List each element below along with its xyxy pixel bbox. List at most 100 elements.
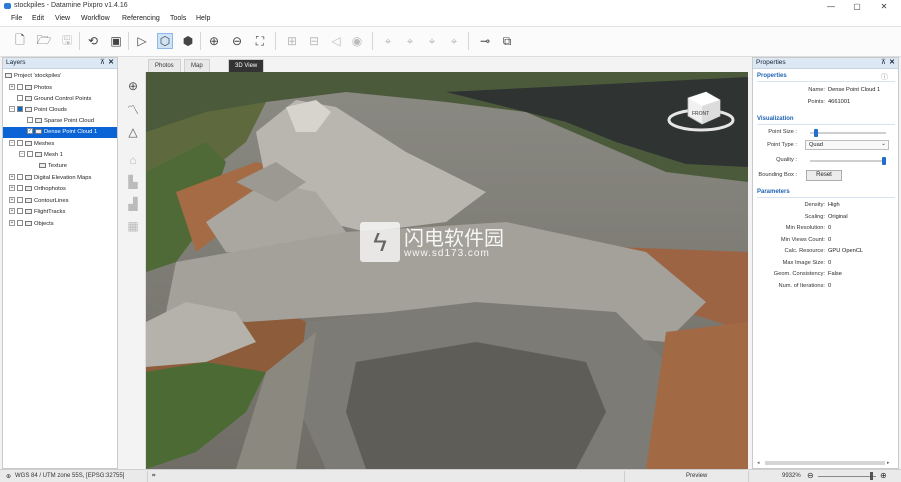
- menu-tools[interactable]: Tools: [170, 15, 186, 22]
- stockpile-icon[interactable]: ⌂: [125, 152, 141, 168]
- fill-icon[interactable]: ▟: [125, 196, 141, 212]
- zoom-slider[interactable]: [818, 476, 876, 477]
- tree-item-sparse-cloud[interactable]: Sparse Point Cloud: [27, 116, 94, 127]
- scroll-right-icon[interactable]: ▸: [887, 460, 893, 466]
- maximize-button[interactable]: ▢: [846, 1, 868, 12]
- tab-photos[interactable]: Photos: [148, 59, 181, 72]
- checkbox[interactable]: [17, 197, 23, 204]
- tree-item-project[interactable]: Project 'stockpiles': [5, 71, 61, 82]
- zoom-in-icon[interactable]: ⊕: [206, 33, 222, 49]
- save-icon[interactable]: 🖫: [59, 33, 75, 49]
- scroll-left-icon[interactable]: ◂: [757, 460, 763, 466]
- polyline-icon[interactable]: 〽: [125, 102, 141, 118]
- checkbox[interactable]: [17, 106, 23, 113]
- tree-item-gcp[interactable]: Ground Control Points: [17, 94, 91, 105]
- point-size-slider-handle[interactable]: [813, 129, 818, 137]
- expand-icon[interactable]: +: [9, 174, 15, 181]
- zoom-out-icon[interactable]: ⊖: [229, 33, 245, 49]
- marker-2-icon[interactable]: ⌖: [402, 33, 418, 49]
- status-divider: [624, 471, 625, 482]
- cloud-icon: [35, 128, 42, 134]
- export-icon[interactable]: ⧉: [499, 33, 515, 49]
- menu-edit[interactable]: Edit: [32, 15, 44, 22]
- close-icon[interactable]: ✕: [108, 58, 114, 66]
- checkbox[interactable]: [17, 174, 23, 181]
- expand-icon[interactable]: +: [9, 220, 15, 227]
- tree-item-photos[interactable]: + Photos: [9, 83, 52, 94]
- visibility-icon[interactable]: ◉: [349, 33, 365, 49]
- 3d-viewport[interactable]: FRONT ϟ 闪电软件园 www.sd173.com: [146, 72, 748, 469]
- collapse-icon[interactable]: −: [19, 151, 25, 158]
- scroll-track[interactable]: [765, 461, 885, 465]
- menu-referencing[interactable]: Referencing: [122, 15, 160, 22]
- collapse-icon[interactable]: −: [9, 106, 15, 113]
- camera-icon[interactable]: ▣: [108, 33, 124, 49]
- checkbox[interactable]: [17, 95, 23, 102]
- volume-icon[interactable]: △: [125, 124, 141, 140]
- tree-item-mesh-1[interactable]: − Mesh 1: [19, 150, 63, 161]
- menu-view[interactable]: View: [55, 15, 70, 22]
- cube-solid-icon[interactable]: ⬢: [180, 33, 196, 49]
- checkbox[interactable]: ✓: [27, 128, 33, 135]
- param-label: Density:: [804, 202, 825, 208]
- quality-slider[interactable]: [810, 160, 886, 162]
- crosshair-icon[interactable]: ⊕: [125, 78, 141, 94]
- properties-scrollbar[interactable]: ◂ ▸: [757, 459, 894, 467]
- pin-icon[interactable]: ⊼: [881, 58, 886, 66]
- zoom-out-icon[interactable]: ⊖: [807, 471, 814, 480]
- tree-item-meshes[interactable]: − Meshes: [9, 139, 54, 150]
- mesh-icon: [35, 151, 42, 157]
- close-icon[interactable]: ✕: [889, 58, 895, 66]
- quality-slider-handle[interactable]: [882, 157, 886, 165]
- menu-workflow[interactable]: Workflow: [81, 15, 110, 22]
- shape-icon[interactable]: ◁: [328, 33, 344, 49]
- point-type-select[interactable]: Quad ⌄: [805, 140, 889, 150]
- measure-icon[interactable]: ⊟: [306, 33, 322, 49]
- menu-file[interactable]: File: [11, 15, 22, 22]
- expand-icon[interactable]: +: [9, 197, 15, 204]
- cut-icon[interactable]: ▙: [125, 174, 141, 190]
- tree-item-texture[interactable]: Texture: [39, 161, 67, 172]
- tab-map[interactable]: Map: [184, 59, 210, 72]
- expand-icon[interactable]: +: [9, 208, 15, 215]
- new-file-icon[interactable]: 🗋: [12, 33, 28, 49]
- point-pick-icon[interactable]: ⊸: [477, 33, 493, 49]
- close-button[interactable]: ✕: [873, 1, 895, 12]
- cube-view-icon[interactable]: ⬡: [157, 33, 173, 49]
- align-icon[interactable]: ⊞: [284, 33, 300, 49]
- marker-1-icon[interactable]: ⌖: [380, 33, 396, 49]
- checkbox[interactable]: [17, 208, 23, 215]
- collapse-icon[interactable]: −: [9, 140, 15, 147]
- minimize-button[interactable]: —: [820, 1, 842, 12]
- open-folder-icon[interactable]: 🗁: [36, 33, 52, 49]
- checkbox[interactable]: [27, 151, 33, 158]
- tree-item-contourlines[interactable]: + ContourLines: [9, 196, 68, 207]
- checkbox[interactable]: [17, 84, 23, 91]
- zoom-fit-icon[interactable]: ⛶: [252, 33, 268, 49]
- pin-icon[interactable]: ⊼: [100, 58, 105, 66]
- history-icon[interactable]: ⟲: [85, 33, 101, 49]
- tree-item-orthophotos[interactable]: + Orthophotos: [9, 184, 66, 195]
- marker-3-icon[interactable]: ⌖: [424, 33, 440, 49]
- tree-item-dense-cloud[interactable]: ✓ Dense Point Cloud 1: [3, 127, 117, 138]
- tree-item-label: Texture: [48, 163, 68, 169]
- tree-item-dem[interactable]: + Digital Elevation Maps: [9, 173, 91, 184]
- tab-3d-view[interactable]: 3D View: [228, 59, 265, 72]
- tree-item-point-clouds[interactable]: − Point Clouds: [9, 105, 67, 116]
- tree-item-objects[interactable]: + Objects: [9, 219, 54, 230]
- expand-icon[interactable]: +: [9, 84, 15, 91]
- zoom-slider-handle[interactable]: [870, 472, 873, 480]
- marker-4-icon[interactable]: ⌖: [446, 33, 462, 49]
- checkbox[interactable]: [27, 117, 33, 124]
- tree-item-flighttracks[interactable]: + FlightTracks: [9, 207, 65, 218]
- zoom-in-icon[interactable]: ⊕: [880, 471, 887, 480]
- reset-button[interactable]: Reset: [806, 170, 842, 181]
- menu-help[interactable]: Help: [196, 15, 210, 22]
- expand-icon[interactable]: +: [9, 185, 15, 192]
- play-icon[interactable]: ▷: [134, 33, 150, 49]
- checkbox[interactable]: [17, 140, 23, 147]
- checkbox[interactable]: [17, 220, 23, 227]
- grid-icon[interactable]: ▦: [125, 218, 141, 234]
- point-size-slider[interactable]: [810, 132, 886, 134]
- checkbox[interactable]: [17, 185, 23, 192]
